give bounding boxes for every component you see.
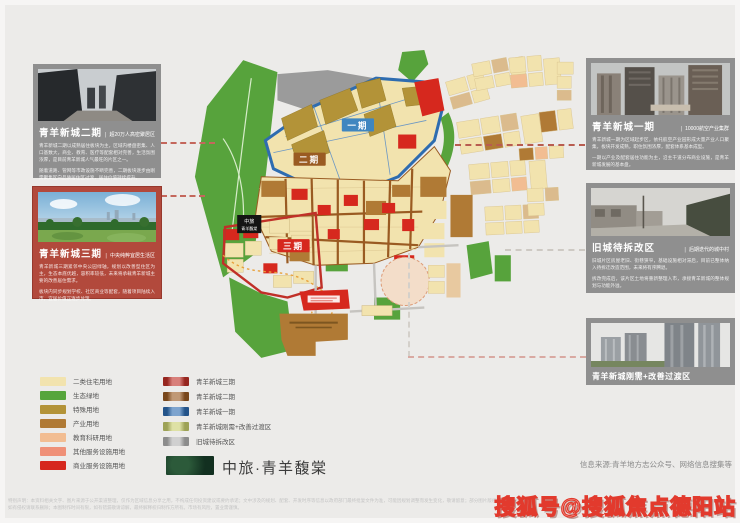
svg-text:三期: 三期 [283, 240, 304, 251]
card-phase2-title: 青羊新城二期 [39, 125, 102, 139]
connector-phase1 [455, 144, 585, 146]
legend-label: 其他服务设施用地 [73, 446, 125, 456]
legend-label: 旧城待拆改区 [196, 436, 235, 446]
card-phase3-divider: | [105, 253, 107, 259]
connector-oldtown [505, 249, 585, 251]
card-phase1-para1: 青羊新城一期为区域起步区，依托航空产业园形成大量产业人口聚集，板块开发成熟，职住… [592, 136, 729, 150]
legend-land-use-6: 商业服务设施用地 [40, 460, 125, 470]
card-phase3-subtitle: 中央纯粹宜居生活区 [110, 252, 155, 259]
project-site-label-1: 中旅 [244, 218, 254, 225]
phase2-label: 二期 [294, 153, 326, 166]
card-phase2: 青羊新城二期 | 超20万人高密聚居区 青羊新城二期以成熟居住板块为主，区域内楼… [33, 64, 161, 178]
info-source-note: 信息来源:青羊地方志公众号、网络信息搜集等 [580, 459, 732, 470]
phase3-label: 三期 [277, 239, 309, 252]
legend-label: 生态绿地 [73, 390, 99, 400]
card-transition-caption: 青羊新城刚需+改善过渡区 [592, 371, 729, 382]
legend-label: 青羊新城三期 [196, 376, 235, 386]
legend-swatch [163, 392, 189, 401]
card-phase1-divider: | [681, 126, 683, 132]
card-phase1-title: 青羊新城一期 [592, 119, 655, 133]
phase1-photo [591, 63, 730, 115]
card-oldtown-title: 旧城待拆改区 [592, 240, 655, 254]
legend-label: 青羊新城刚需+改善过渡区 [196, 421, 271, 431]
card-oldtown: 旧城待拆改区 | 后期迭代的城中村 旧城片区房屋老旧、街巷狭窄，基础设施相对滞后… [586, 183, 735, 293]
project-site-label-2: 青羊馥棠 [241, 225, 257, 231]
legend-swatch [40, 377, 66, 386]
planning-map: 中旅 青羊馥棠 [164, 48, 582, 380]
legend-swatch [40, 391, 66, 400]
legend-label: 特殊用地 [73, 404, 99, 414]
legend-land-use-2: 特殊用地 [40, 404, 99, 414]
legend-district-1: 青羊新城二期 [163, 391, 235, 401]
card-transition: 青羊新城刚需+改善过渡区 [586, 318, 735, 385]
card-phase1-para2: 一期以产业及配套居住功能为主，沿主干道分布商业设施，是青羊新城发展的基本盘。 [592, 154, 729, 168]
phase2-photo [38, 69, 156, 121]
legend-swatch [40, 405, 66, 414]
card-phase1: 青羊新城一期 | 10000航空产业集群 青羊新城一期为区域起步区，依托航空产业… [586, 58, 735, 170]
infographic-page: 中旅 青羊馥棠 [0, 0, 740, 523]
legend-label: 青羊新城一期 [196, 406, 235, 416]
svg-text:一期: 一期 [347, 119, 368, 130]
south-label-box [362, 306, 392, 316]
legend-swatch [40, 419, 66, 428]
legend-district-0: 青羊新城三期 [163, 376, 235, 386]
legend-swatch [40, 433, 66, 442]
transition-zone [381, 255, 460, 305]
card-oldtown-divider: | [684, 247, 686, 253]
legend-land-use-1: 生态绿地 [40, 390, 99, 400]
card-phase3-para1: 青羊新城三期紧邻中央公园绿轴，规划以改善型住区为主，生态本底优越，容积率较低，未… [39, 263, 155, 284]
developer-logo-image [166, 456, 214, 475]
legend-label: 二类住宅用地 [73, 376, 112, 386]
legend-land-use-3: 产业用地 [40, 418, 99, 428]
south-commercial-parcel [300, 289, 350, 310]
card-phase2-para1: 青羊新城二期以成熟居住板块为主，区域内楼盘密集、人口基数大，商业、教育、医疗等配… [39, 142, 155, 163]
card-phase3-title: 青羊新城三期 [39, 246, 102, 260]
disclaimer-text: 特别声明：本资料相关文字、图片来源于公开渠道整理，仅作为区域信息分享之用，不构成… [8, 498, 528, 512]
card-oldtown-para2: 拆改完成后，该片区土地将重新整理入市，承接青羊新城的整体规划与功能外溢。 [592, 275, 729, 289]
connector-phase2 [161, 142, 215, 144]
connector-transition-v [408, 253, 410, 357]
card-oldtown-para1: 旧城片区房屋老旧、街巷狭窄，基础设施相对滞后，目前已整体纳入待拆迁改造范围，未来… [592, 257, 729, 271]
svg-text:二期: 二期 [299, 154, 320, 165]
legend-swatch [40, 447, 66, 456]
legend-swatch [163, 437, 189, 446]
legend-swatch [163, 407, 189, 416]
transition-photo [591, 323, 730, 367]
legend-label: 教育科研用地 [73, 432, 112, 442]
card-phase2-para2: 随着道路、管网等市政设施不断完善，二期板块逐步由刚需聚集区向品质居住区过渡，居住… [39, 167, 155, 181]
university-park-parcel [279, 314, 347, 356]
card-phase1-subtitle: 10000航空产业集群 [685, 125, 729, 132]
legend-district-2: 青羊新城一期 [163, 406, 235, 416]
card-oldtown-subtitle: 后期迭代的城中村 [689, 246, 729, 253]
legend-land-use-4: 教育科研用地 [40, 432, 112, 442]
card-phase2-subtitle: 超20万人高密聚居区 [109, 131, 155, 138]
card-phase2-divider: | [105, 132, 107, 138]
legend-swatch [40, 461, 66, 470]
legend-label: 产业用地 [73, 418, 99, 428]
legend-label: 商业服务设施用地 [73, 460, 125, 470]
connector-transition-h [408, 356, 586, 358]
legend-land-use-5: 其他服务设施用地 [40, 446, 125, 456]
legend-label: 青羊新城二期 [196, 391, 235, 401]
legend-swatch [163, 422, 189, 431]
legend-swatch [163, 377, 189, 386]
card-phase3: 青羊新城三期 | 中央纯粹宜居生活区 青羊新城三期紧邻中央公园绿轴，规划以改善型… [33, 187, 161, 298]
oldtown-photo [591, 188, 730, 236]
phase1-label: 一期 [342, 118, 374, 131]
legend-district-3: 青羊新城刚需+改善过渡区 [163, 421, 271, 431]
sohu-watermark: 搜狐号@搜狐焦点德阳站 [495, 491, 736, 521]
phase3-photo [38, 192, 156, 242]
connector-phase3 [161, 195, 205, 197]
legend-land-use-0: 二类住宅用地 [40, 376, 112, 386]
legend-district-4: 旧城待拆改区 [163, 436, 235, 446]
developer-logo-text: 中旅·青羊馥棠 [222, 457, 328, 478]
card-phase3-para2: 板块内同步规划学校、社区商业等配套，随着项目陆续入市，宜居价值正逐步兑现。 [39, 288, 155, 302]
